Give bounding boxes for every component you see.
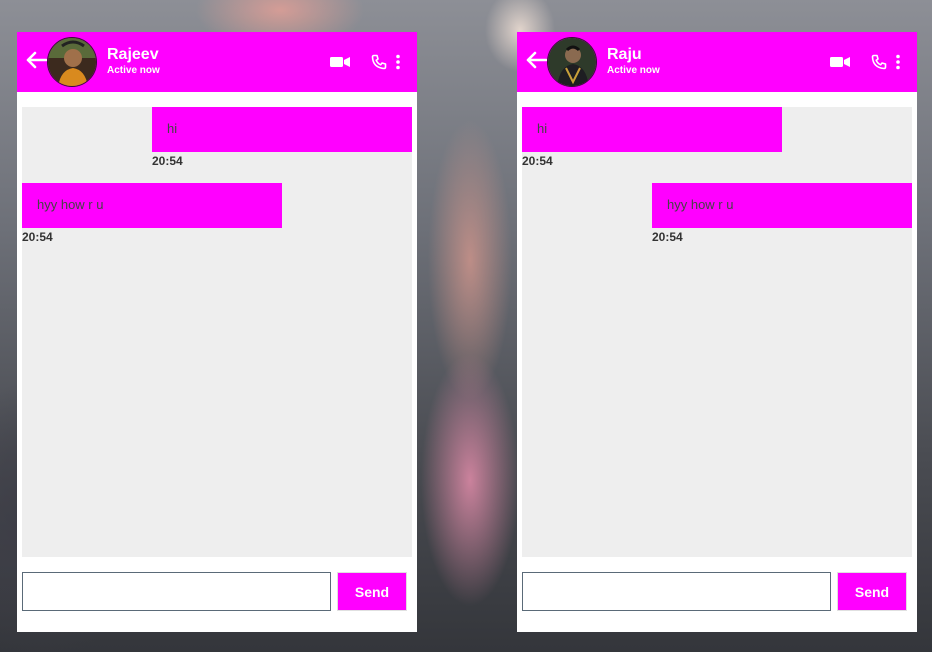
- message-bubble: hyy how r u: [22, 183, 282, 228]
- phone-icon[interactable]: [871, 54, 887, 70]
- message-time: 20:54: [522, 154, 553, 168]
- contact-name: Rajeev: [107, 46, 159, 63]
- contact-info: Rajeev Active now: [107, 46, 160, 78]
- message-input[interactable]: [22, 572, 331, 611]
- more-vertical-icon[interactable]: [895, 54, 901, 70]
- back-arrow-icon: [25, 51, 48, 74]
- avatar[interactable]: [547, 37, 597, 87]
- chat-window-rajeev: Rajeev Active now hi 20:54 hyy how r u 2…: [17, 32, 417, 632]
- contact-status: Active now: [607, 65, 660, 76]
- message-list: hi 20:54 hyy how r u 20:54: [22, 107, 412, 557]
- message-time: 20:54: [652, 230, 683, 244]
- phone-icon[interactable]: [371, 54, 387, 70]
- contact-info: Raju Active now: [607, 46, 660, 78]
- back-button[interactable]: [517, 32, 548, 92]
- message-bubble: hi: [152, 107, 412, 152]
- avatar[interactable]: [47, 37, 97, 87]
- header-actions: [829, 32, 901, 92]
- message-composer: Send: [22, 572, 412, 612]
- message-time: 20:54: [152, 154, 183, 168]
- send-button[interactable]: Send: [337, 572, 407, 611]
- video-camera-icon[interactable]: [329, 55, 351, 69]
- message-sent: hyy how r u 20:54: [652, 183, 912, 244]
- back-arrow-icon: [525, 51, 548, 74]
- chat-window-raju: Raju Active now hi 20:54 hyy how r u 20:…: [517, 32, 917, 632]
- more-vertical-icon[interactable]: [395, 54, 401, 70]
- message-bubble: hyy how r u: [652, 183, 912, 228]
- message-received: hyy how r u 20:54: [22, 183, 282, 244]
- header-actions: [329, 32, 401, 92]
- message-received: hi 20:54: [522, 107, 782, 168]
- contact-name: Raju: [607, 46, 642, 63]
- chat-header: Rajeev Active now: [17, 32, 417, 92]
- message-input[interactable]: [522, 572, 831, 611]
- message-composer: Send: [522, 572, 912, 612]
- send-button[interactable]: Send: [837, 572, 907, 611]
- message-time: 20:54: [22, 230, 53, 244]
- contact-status: Active now: [107, 65, 160, 76]
- video-camera-icon[interactable]: [829, 55, 851, 69]
- back-button[interactable]: [17, 32, 48, 92]
- message-list: hi 20:54 hyy how r u 20:54: [522, 107, 912, 557]
- message-sent: hi 20:54: [152, 107, 412, 168]
- message-bubble: hi: [522, 107, 782, 152]
- chat-header: Raju Active now: [517, 32, 917, 92]
